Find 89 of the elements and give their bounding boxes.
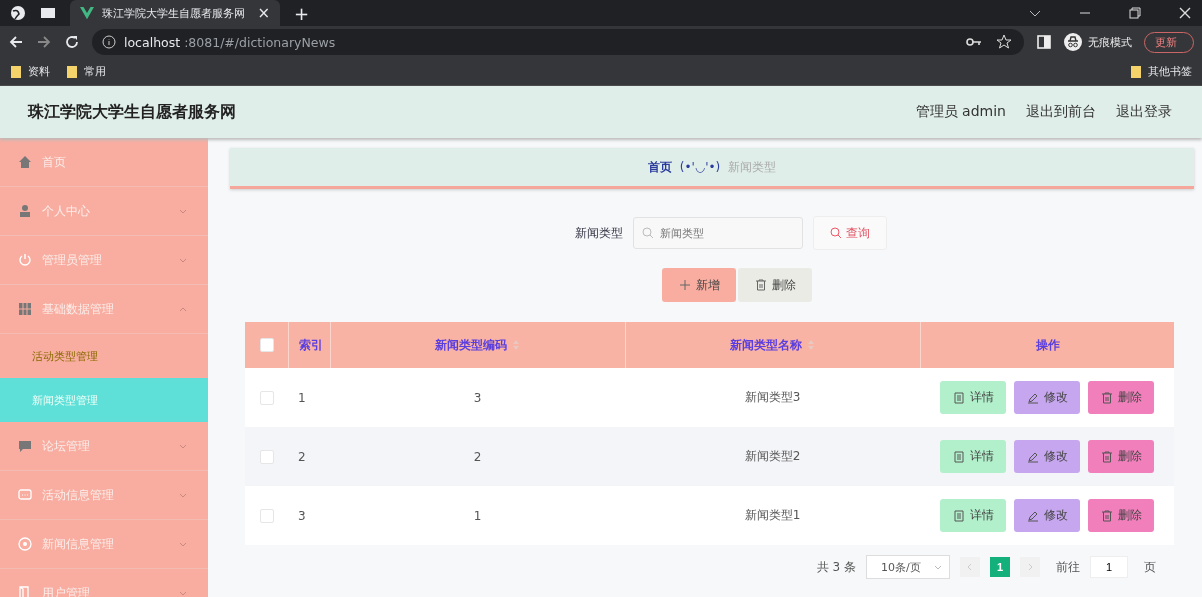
- column-header[interactable]: 新闻类型名称: [730, 336, 802, 354]
- document-icon: [952, 509, 965, 522]
- delete-button[interactable]: 删除: [738, 268, 812, 302]
- table-cell: 2: [473, 449, 482, 464]
- delete-button[interactable]: 删除: [1088, 499, 1154, 532]
- search-icon: [642, 227, 654, 239]
- edit-button[interactable]: 修改: [1014, 381, 1080, 414]
- detail-button[interactable]: 详情: [940, 381, 1006, 414]
- menu-icon: [18, 439, 32, 453]
- folder-icon: [1130, 65, 1142, 78]
- pen-icon: [1026, 450, 1039, 463]
- page-number[interactable]: 1: [990, 557, 1010, 577]
- close-icon[interactable]: ×: [257, 4, 270, 22]
- trash-icon: [1100, 450, 1113, 463]
- row-checkbox[interactable]: [259, 508, 274, 523]
- edit-button[interactable]: 修改: [1014, 499, 1080, 532]
- forward-icon[interactable]: [36, 34, 52, 50]
- menu-icon: [18, 204, 32, 218]
- menu-icon: [18, 155, 32, 169]
- site-title: 珠江学院大学生自愿者服务网: [28, 101, 236, 123]
- header-link[interactable]: 退出到前台: [1026, 103, 1096, 121]
- restore-icon[interactable]: [1128, 6, 1142, 20]
- table-cell: 新闻类型1: [744, 507, 801, 524]
- header-link[interactable]: 退出登录: [1116, 103, 1172, 121]
- header-link[interactable]: 管理员 admin: [915, 103, 1006, 121]
- row-checkbox[interactable]: [259, 449, 274, 464]
- menu-icon: [18, 253, 32, 267]
- trash-icon: [754, 279, 767, 291]
- breadcrumb-current: 新闻类型: [728, 158, 777, 176]
- breadcrumb-link[interactable]: 首页: [647, 158, 672, 176]
- add-button[interactable]: 新增: [662, 268, 736, 302]
- address-field[interactable]: localhost :8081/#/dictionaryNews: [92, 29, 1024, 55]
- pen-icon: [1026, 391, 1039, 404]
- document-icon: [952, 391, 965, 404]
- column-header[interactable]: 操作: [1035, 336, 1060, 354]
- bookmark[interactable]: 资料: [10, 64, 50, 79]
- sidebar-subitem[interactable]: 活动类型管理: [0, 334, 208, 378]
- table-cell: 新闻类型2: [744, 448, 801, 465]
- menu-icon: [18, 537, 32, 551]
- folder-icon: [66, 65, 78, 78]
- delete-button[interactable]: 删除: [1088, 440, 1154, 473]
- pen-icon: [1026, 509, 1039, 522]
- goto-label: 前往: [1056, 558, 1080, 576]
- table-cell: 1: [473, 508, 482, 523]
- search-field[interactable]: 新闻类型: [633, 217, 803, 249]
- back-icon[interactable]: [8, 34, 24, 50]
- v-logo-icon: [80, 6, 94, 20]
- edit-button[interactable]: 修改: [1014, 440, 1080, 473]
- bookmark[interactable]: 常用: [66, 64, 106, 79]
- column-header[interactable]: 索引: [299, 336, 323, 354]
- search-icon: [830, 227, 842, 239]
- menu-icon: [18, 586, 32, 597]
- detail-button[interactable]: 详情: [940, 499, 1006, 532]
- menu-icon: [18, 302, 32, 316]
- page-input[interactable]: 1: [1090, 556, 1128, 578]
- incognito-icon: [1064, 33, 1082, 51]
- menu-icon: [18, 488, 32, 502]
- select-all-checkbox[interactable]: [259, 338, 274, 352]
- table-cell: 3: [473, 390, 482, 405]
- folder-icon: [10, 65, 22, 78]
- total-count: 共 3 条: [816, 558, 856, 576]
- breadcrumb-separator: (•'◡'•): [679, 160, 721, 174]
- table-cell: 2: [298, 449, 306, 464]
- globe-icon[interactable]: [10, 5, 26, 21]
- page-size-select[interactable]: 10条/页: [866, 555, 950, 579]
- bookmark[interactable]: 其他书签: [1130, 64, 1192, 79]
- column-header[interactable]: 新闻类型编码: [435, 336, 507, 354]
- document-icon: [952, 450, 965, 463]
- table-cell: 3: [298, 508, 306, 523]
- trash-icon: [1100, 509, 1113, 522]
- new-tab-button[interactable]: +: [294, 2, 310, 24]
- row-checkbox[interactable]: [259, 390, 274, 405]
- trash-icon: [1100, 391, 1113, 404]
- window-icon[interactable]: [40, 5, 56, 21]
- browser-tab[interactable]: 珠江学院大学生自愿者服务网 ×: [70, 0, 280, 26]
- page-unit: 页: [1144, 558, 1156, 576]
- search-label: 新闻类型: [575, 224, 623, 242]
- incognito-badge[interactable]: 无痕模式: [1064, 33, 1132, 51]
- plus-icon: [678, 279, 691, 291]
- table-cell: 1: [298, 390, 306, 405]
- close-icon[interactable]: [1178, 6, 1192, 20]
- reload-icon[interactable]: [64, 34, 80, 50]
- detail-button[interactable]: 详情: [940, 440, 1006, 473]
- info-icon: [102, 35, 116, 49]
- side-panel-icon[interactable]: [1036, 34, 1052, 50]
- star-icon[interactable]: [996, 34, 1012, 50]
- search-button[interactable]: 查询: [813, 216, 887, 250]
- table-cell: 新闻类型3: [744, 389, 801, 406]
- delete-button[interactable]: 删除: [1088, 381, 1154, 414]
